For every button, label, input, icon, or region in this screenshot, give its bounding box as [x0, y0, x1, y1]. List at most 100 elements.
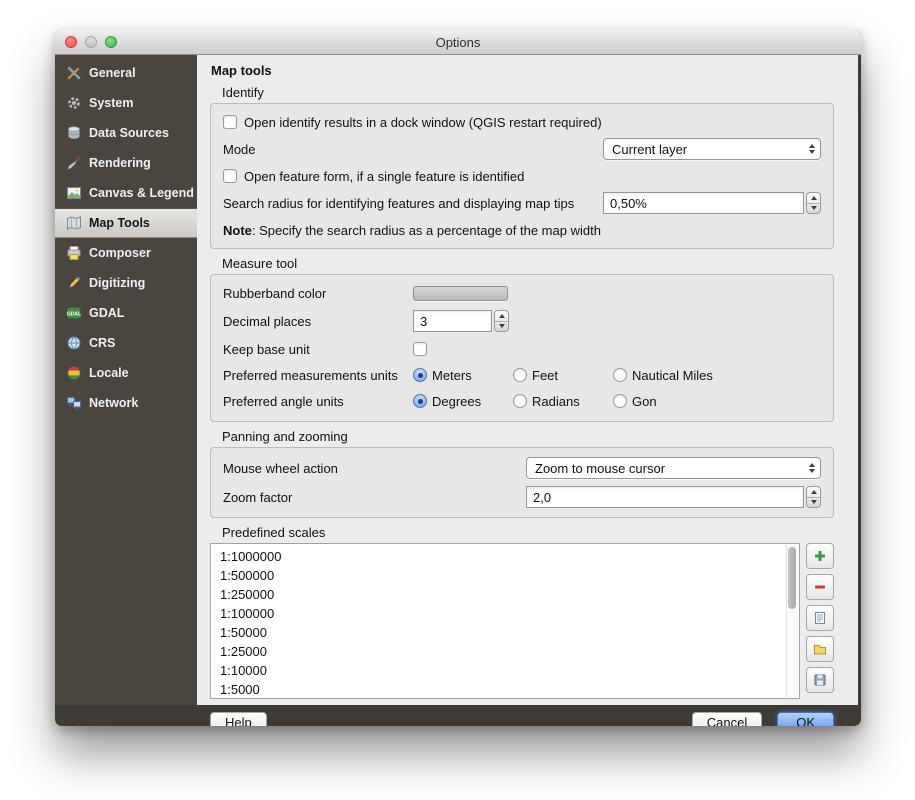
rubberband-color-button[interactable]: [413, 286, 508, 301]
zoom-factor-input[interactable]: 2,0: [526, 486, 804, 508]
scales-buttons-column: [806, 543, 834, 693]
mode-select[interactable]: Current layer: [603, 138, 821, 160]
meters-radio[interactable]: [413, 368, 427, 382]
list-item[interactable]: 1:250000: [211, 585, 799, 604]
database-icon: [66, 125, 82, 141]
sidebar-item-network[interactable]: Network: [55, 388, 197, 418]
gon-radio-label: Gon: [632, 394, 657, 409]
feet-radio-label: Feet: [532, 368, 558, 383]
stepper-up-button[interactable]: [495, 311, 508, 322]
mouse-wheel-label: Mouse wheel action: [223, 461, 338, 476]
close-window-button[interactable]: [65, 36, 77, 48]
stepper-up-button[interactable]: [807, 193, 820, 204]
gdal-icon: GDAL: [66, 305, 82, 321]
mouse-wheel-select[interactable]: Zoom to mouse cursor: [526, 457, 821, 479]
sidebar-item-label: General: [89, 66, 136, 80]
feature-form-checkbox-label: Open feature form, if a single feature i…: [244, 169, 524, 184]
angle-units-label: Preferred angle units: [223, 394, 413, 409]
keep-base-unit-row: Keep base unit: [223, 340, 821, 358]
sidebar-item-gdal[interactable]: GDAL GDAL: [55, 298, 197, 328]
mode-label: Mode: [223, 142, 256, 157]
dock-window-checkbox[interactable]: [223, 115, 237, 129]
stepper-down-button[interactable]: [807, 204, 820, 214]
sidebar-item-digitizing[interactable]: Digitizing: [55, 268, 197, 298]
chevron-updown-icon: [809, 144, 815, 154]
radians-radio-option[interactable]: Radians: [513, 394, 613, 409]
ok-button[interactable]: OK: [777, 712, 834, 726]
dialog-button-bar: Help Cancel OK: [210, 712, 834, 726]
sidebar-item-system[interactable]: System: [55, 88, 197, 118]
note-rest: : Specify the search radius as a percent…: [252, 223, 601, 238]
nautical-miles-radio-label: Nautical Miles: [632, 368, 713, 383]
feet-radio[interactable]: [513, 368, 527, 382]
degrees-radio[interactable]: [413, 394, 427, 408]
gon-radio[interactable]: [613, 394, 627, 408]
sidebar-item-rendering[interactable]: Rendering: [55, 148, 197, 178]
list-item[interactable]: 1:25000: [211, 642, 799, 661]
identify-section-title: Identify: [222, 85, 834, 100]
sidebar-item-composer[interactable]: Composer: [55, 238, 197, 268]
options-dialog: Options General System: [55, 30, 861, 726]
locale-icon: [66, 365, 82, 381]
panning-section-title: Panning and zooming: [222, 429, 834, 444]
sidebar-item-label: Locale: [89, 366, 129, 380]
tools-icon: [66, 65, 82, 81]
minus-icon: [812, 579, 828, 595]
sidebar-item-locale[interactable]: Locale: [55, 358, 197, 388]
list-item[interactable]: 1:500000: [211, 566, 799, 585]
zoom-window-button[interactable]: [105, 36, 117, 48]
sidebar-item-canvas-legend[interactable]: Canvas & Legend: [55, 178, 197, 208]
restore-default-scales-button[interactable]: [806, 605, 834, 631]
canvas-legend-icon: [66, 185, 82, 201]
list-item[interactable]: 1:1000000: [211, 547, 799, 566]
search-radius-stepper: [806, 192, 821, 214]
sidebar-item-label: Data Sources: [89, 126, 169, 140]
measure-units-row: Preferred measurements units Meters Feet…: [223, 366, 821, 384]
stepper-down-button[interactable]: [807, 498, 820, 508]
list-item[interactable]: 1:50000: [211, 623, 799, 642]
gon-radio-option[interactable]: Gon: [613, 394, 657, 409]
meters-radio-label: Meters: [432, 368, 472, 383]
panning-groupbox: Mouse wheel action Zoom to mouse cursor …: [210, 447, 834, 518]
cancel-button[interactable]: Cancel: [692, 712, 762, 726]
decimal-places-spinbox: 3: [413, 310, 509, 332]
list-item[interactable]: 1:100000: [211, 604, 799, 623]
composer-icon: [66, 245, 82, 261]
search-radius-label: Search radius for identifying features a…: [223, 196, 574, 211]
decimal-places-input[interactable]: 3: [413, 310, 492, 332]
zoom-factor-spinbox: 2,0: [526, 486, 821, 508]
dock-window-checkbox-label: Open identify results in a dock window (…: [244, 115, 602, 130]
feature-form-checkbox[interactable]: [223, 169, 237, 183]
list-item[interactable]: 1:10000: [211, 661, 799, 680]
window-title: Options: [436, 35, 481, 50]
remove-scale-button[interactable]: [806, 574, 834, 600]
list-item[interactable]: 1:5000: [211, 680, 799, 699]
stepper-up-button[interactable]: [807, 487, 820, 498]
import-scales-button[interactable]: [806, 636, 834, 662]
radians-radio[interactable]: [513, 394, 527, 408]
keep-base-unit-checkbox[interactable]: [413, 342, 427, 356]
sidebar-item-map-tools[interactable]: Map Tools: [55, 208, 197, 238]
sidebar-item-label: Rendering: [89, 156, 151, 170]
desktop-background: Options General System: [0, 0, 915, 800]
sidebar-item-general[interactable]: General: [55, 58, 197, 88]
titlebar[interactable]: Options: [55, 30, 861, 55]
degrees-radio-label: Degrees: [432, 394, 481, 409]
scrollbar-thumb[interactable]: [788, 547, 796, 609]
feet-radio-option[interactable]: Feet: [513, 368, 613, 383]
stepper-down-button[interactable]: [495, 322, 508, 332]
search-radius-input[interactable]: 0,50%: [603, 192, 804, 214]
export-scales-button[interactable]: [806, 667, 834, 693]
add-scale-button[interactable]: [806, 543, 834, 569]
degrees-radio-option[interactable]: Degrees: [413, 394, 513, 409]
minimize-window-button[interactable]: [85, 36, 97, 48]
sidebar-item-data-sources[interactable]: Data Sources: [55, 118, 197, 148]
help-button[interactable]: Help: [210, 712, 267, 726]
nautical-miles-radio[interactable]: [613, 368, 627, 382]
sidebar-item-crs[interactable]: CRS: [55, 328, 197, 358]
nautical-miles-radio-option[interactable]: Nautical Miles: [613, 368, 713, 383]
meters-radio-option[interactable]: Meters: [413, 368, 513, 383]
scrollbar-track[interactable]: [786, 545, 798, 697]
main-content: Map tools Identify Open identify results…: [197, 55, 858, 705]
predefined-scales-list[interactable]: 1:1000000 1:500000 1:250000 1:100000 1:5…: [210, 543, 800, 699]
